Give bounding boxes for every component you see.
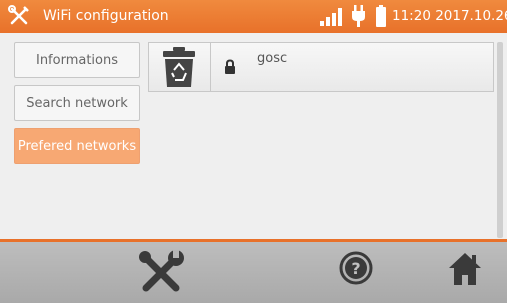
battery-icon [376, 5, 386, 27]
tab-search-network-label: Search network [26, 95, 128, 111]
plug-icon [352, 5, 365, 27]
tab-informations[interactable]: Informations [14, 42, 140, 78]
clock: 11:20 2017.10.26 [392, 8, 507, 24]
help-icon[interactable]: ? [339, 251, 373, 285]
svg-text:?: ? [351, 259, 360, 278]
tab-prefered-networks-label: Prefered networks [17, 138, 137, 154]
lock-icon [225, 59, 235, 74]
tab-informations-label: Informations [35, 52, 119, 68]
date: 2017.10.26 [435, 8, 507, 24]
delete-network-button[interactable] [149, 43, 211, 91]
network-row[interactable]: gosc [148, 42, 494, 92]
main-panel: Informations Search network Prefered net… [0, 33, 507, 239]
home-icon[interactable] [447, 251, 483, 287]
trash-icon [163, 47, 195, 87]
tab-prefered-networks[interactable]: Prefered networks [14, 128, 140, 164]
signal-icon [320, 8, 342, 26]
bottom-toolbar: ? [0, 242, 507, 303]
window-title: WiFi configuration [43, 8, 169, 24]
status-bar: WiFi configuration 11:20 2017.10.26 [0, 0, 507, 33]
scrollbar[interactable] [497, 42, 503, 238]
time: 11:20 [392, 8, 431, 24]
network-ssid: gosc [257, 51, 288, 66]
tab-search-network[interactable]: Search network [14, 85, 140, 121]
tools-icon[interactable] [138, 250, 186, 294]
tools-logo-icon [8, 5, 29, 25]
